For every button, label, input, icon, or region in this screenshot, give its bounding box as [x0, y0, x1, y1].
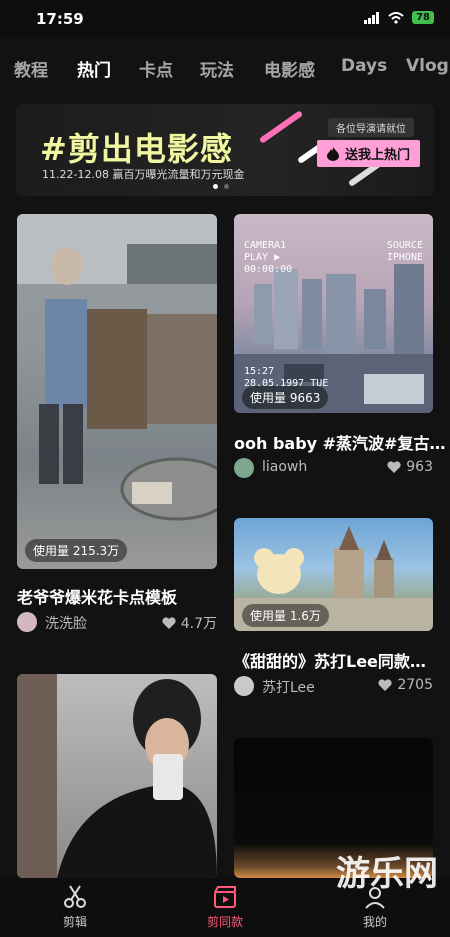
avatar[interactable] [234, 676, 254, 696]
category-tabs: 教程 热门 卡点 玩法 电影感 Days Vlog [0, 56, 450, 88]
vhs-source: SOURCE [386, 240, 423, 251]
template-card[interactable]: 使用量 1.6万 《甜甜的》苏打Lee同款… 苏打Lee 2705 [234, 518, 433, 696]
usage-count: 使用量 9663 [242, 386, 329, 409]
status-time: 17:59 [36, 10, 84, 28]
tab-hot[interactable]: 热门 [77, 56, 111, 81]
thumbnail-image [17, 214, 217, 521]
card-title: 老爷爷爆米花卡点模板 [17, 588, 178, 607]
avatar[interactable] [17, 612, 37, 632]
nav-template[interactable]: 剪同款 [185, 884, 265, 930]
card-thumbnail [17, 214, 217, 569]
watermark: 游乐网 [336, 854, 438, 894]
banner-button-label: 送我上热门 [344, 148, 410, 163]
tab-vlog[interactable]: Vlog [406, 56, 449, 76]
heart-icon [387, 461, 401, 473]
nav-edit[interactable]: 剪辑 [35, 884, 115, 930]
like-count[interactable]: 2705 [378, 677, 433, 693]
like-count-value: 2705 [397, 677, 433, 693]
card-thumbnail: CAMERA1 PLAY ▶ 00:00:00 SOURCE IPHONE 15… [234, 214, 433, 413]
thumbnail-image [17, 674, 217, 878]
like-count-value: 4.7万 [180, 616, 217, 632]
vhs-camera: CAMERA1 [244, 240, 287, 251]
card-title: 《甜甜的》苏打Lee同款… [234, 652, 426, 671]
pager-dot [213, 184, 218, 189]
tab-tutorial[interactable]: 教程 [14, 56, 48, 81]
banner-tag: 各位导演请就位 [328, 118, 414, 137]
tab-play[interactable]: 玩法 [200, 56, 234, 81]
banner-subtitle: 11.22-12.08 赢百万曝光流量和万元现金 [42, 168, 245, 181]
vhs-overlay-right: SOURCE IPHONE [387, 240, 423, 264]
author-name[interactable]: liaowh [262, 459, 307, 475]
template-card[interactable] [17, 674, 217, 878]
nav-template-label: 剪同款 [206, 915, 243, 929]
tab-cinematic[interactable]: 电影感 [264, 56, 315, 81]
scissors-icon [64, 885, 86, 908]
like-count-value: 963 [406, 459, 433, 475]
banner-title: #剪出电影感 [40, 130, 233, 168]
vhs-play: PLAY ▶ [244, 252, 281, 263]
battery-icon: 78 [412, 11, 434, 24]
tab-days[interactable]: Days [341, 56, 387, 76]
avatar[interactable] [234, 458, 254, 478]
heart-icon [162, 617, 176, 629]
nav-me-label: 我的 [362, 915, 387, 929]
author-name[interactable]: 洗洗脸 [45, 613, 87, 633]
card-title: ooh baby #蒸汽波#复古… [234, 434, 446, 453]
banner-button[interactable]: 送我上热门 [316, 140, 420, 167]
status-bar: 17:59 78 [0, 0, 450, 38]
vhs-time: 15:27 [244, 366, 275, 377]
flame-icon [326, 146, 339, 161]
like-count[interactable]: 4.7万 [162, 613, 217, 633]
vhs-counter: 00:00:00 [244, 264, 293, 275]
heart-icon [378, 679, 392, 691]
signal-icon [364, 11, 380, 24]
banner-pager [213, 184, 229, 189]
usage-count: 使用量 1.6万 [242, 604, 329, 627]
vhs-overlay-left: CAMERA1 PLAY ▶ 00:00:00 [244, 240, 292, 276]
vhs-iphone: IPHONE [386, 252, 423, 263]
wifi-icon [388, 11, 404, 24]
clapperboard-icon [214, 886, 236, 908]
author-name[interactable]: 苏打Lee [262, 677, 315, 697]
template-card[interactable]: CAMERA1 PLAY ▶ 00:00:00 SOURCE IPHONE 15… [234, 214, 445, 484]
like-count[interactable]: 963 [387, 459, 433, 475]
usage-count: 使用量 215.3万 [25, 539, 128, 562]
pager-dot [224, 184, 229, 189]
status-icons: 78 [364, 11, 434, 24]
template-card[interactable]: 使用量 215.3万 老爷爷爆米花卡点模板 洗洗脸 4.7万 [17, 214, 217, 634]
promo-banner[interactable]: #剪出电影感 11.22-12.08 赢百万曝光流量和万元现金 各位导演请就位 … [16, 104, 434, 196]
tab-beat[interactable]: 卡点 [139, 56, 173, 81]
card-meta: 苏打Lee 2705 [234, 676, 433, 698]
card-meta: liaowh 963 [234, 458, 433, 480]
nav-edit-label: 剪辑 [62, 915, 87, 929]
card-thumbnail [17, 674, 217, 878]
card-meta: 洗洗脸 4.7万 [17, 612, 217, 634]
